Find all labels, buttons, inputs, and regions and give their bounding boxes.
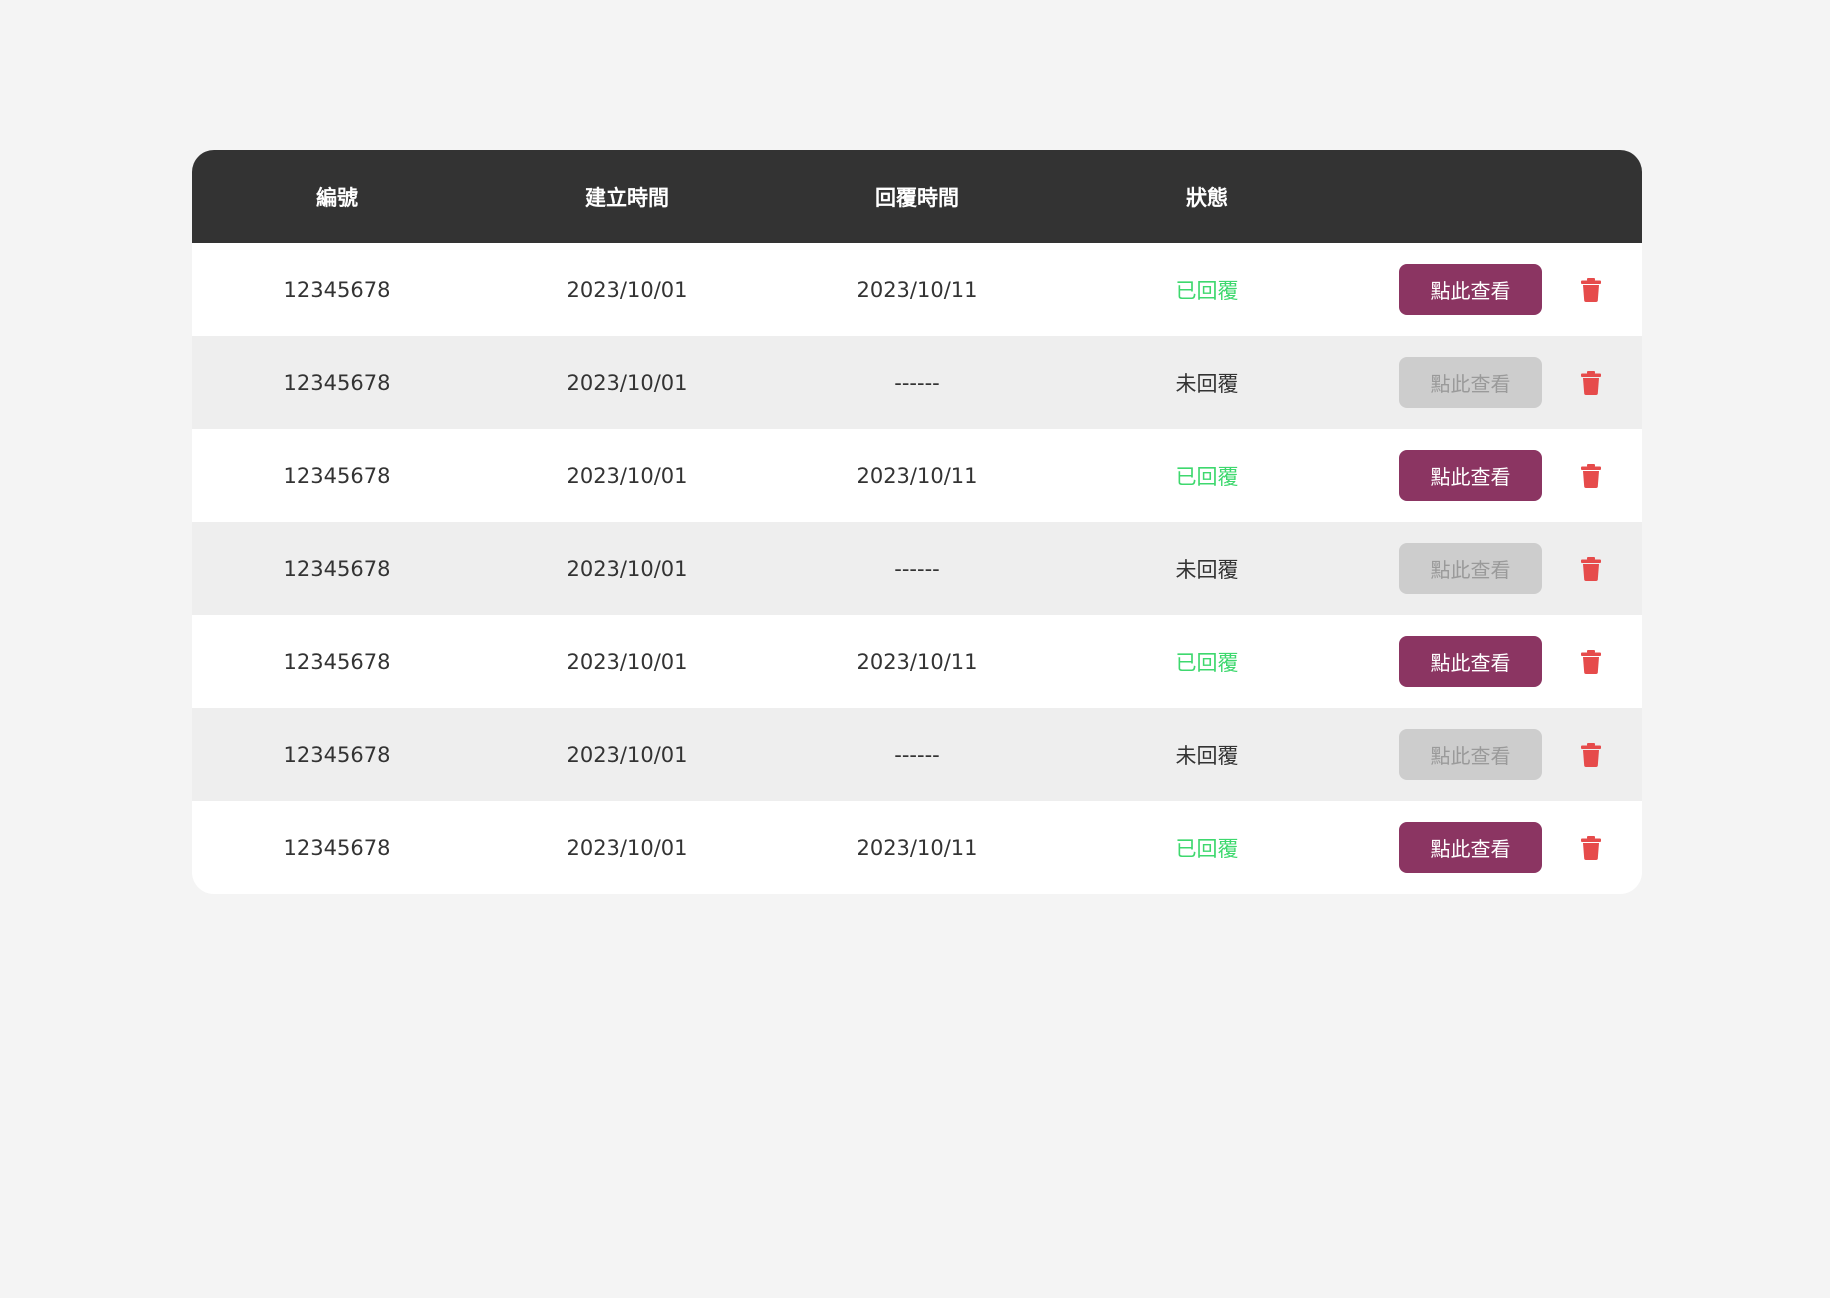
message-table: 編號 建立時間 回覆時間 狀態 12345678 2023/10/01 2023… — [192, 150, 1642, 894]
table-row: 12345678 2023/10/01 ------ 未回覆 點此查看 — [192, 522, 1642, 615]
status-label: 已回覆 — [1175, 650, 1239, 675]
header-id: 編號 — [316, 185, 358, 210]
trash-icon-graphic — [1581, 835, 1601, 860]
cell-id: 12345678 — [283, 277, 391, 302]
status-label: 已回覆 — [1175, 836, 1239, 861]
cell-created-time: 2023/10/01 — [566, 277, 688, 302]
cell-created-time: 2023/10/01 — [566, 649, 688, 674]
trash-icon[interactable] — [1580, 649, 1602, 675]
trash-icon-graphic — [1581, 742, 1601, 767]
cell-reply-time: ------ — [894, 556, 940, 581]
status-label: 已回覆 — [1175, 278, 1239, 303]
trash-icon[interactable] — [1580, 835, 1602, 861]
table-row: 12345678 2023/10/01 2023/10/11 已回覆 點此查看 — [192, 243, 1642, 336]
cell-id: 12345678 — [283, 649, 391, 674]
view-button[interactable]: 點此查看 — [1399, 822, 1542, 873]
view-button[interactable]: 點此查看 — [1399, 450, 1542, 501]
cell-id: 12345678 — [283, 370, 391, 395]
table-row: 12345678 2023/10/01 ------ 未回覆 點此查看 — [192, 708, 1642, 801]
header-created-time: 建立時間 — [585, 185, 669, 210]
trash-icon[interactable] — [1580, 742, 1602, 768]
table-row: 12345678 2023/10/01 ------ 未回覆 點此查看 — [192, 336, 1642, 429]
row-actions: 點此查看 — [1352, 264, 1642, 315]
row-actions: 點此查看 — [1352, 822, 1642, 873]
trash-icon[interactable] — [1580, 277, 1602, 303]
cell-reply-time: 2023/10/11 — [856, 463, 978, 488]
table-row: 12345678 2023/10/01 2023/10/11 已回覆 點此查看 — [192, 615, 1642, 708]
row-actions: 點此查看 — [1352, 636, 1642, 687]
view-button[interactable]: 點此查看 — [1399, 636, 1542, 687]
table-header: 編號 建立時間 回覆時間 狀態 — [192, 150, 1642, 243]
trash-icon-graphic — [1581, 277, 1601, 302]
cell-created-time: 2023/10/01 — [566, 463, 688, 488]
view-button: 點此查看 — [1399, 357, 1542, 408]
cell-reply-time: 2023/10/11 — [856, 649, 978, 674]
cell-id: 12345678 — [283, 463, 391, 488]
trash-icon-graphic — [1581, 649, 1601, 674]
trash-icon[interactable] — [1580, 463, 1602, 489]
trash-icon-graphic — [1581, 463, 1601, 488]
cell-created-time: 2023/10/01 — [566, 742, 688, 767]
cell-created-time: 2023/10/01 — [566, 370, 688, 395]
cell-id: 12345678 — [283, 835, 391, 860]
trash-icon-graphic — [1581, 556, 1601, 581]
row-actions: 點此查看 — [1352, 357, 1642, 408]
status-label: 已回覆 — [1175, 464, 1239, 489]
view-button: 點此查看 — [1399, 729, 1542, 780]
table-row: 12345678 2023/10/01 2023/10/11 已回覆 點此查看 — [192, 429, 1642, 522]
trash-icon-graphic — [1581, 370, 1601, 395]
view-button[interactable]: 點此查看 — [1399, 264, 1542, 315]
cell-created-time: 2023/10/01 — [566, 556, 688, 581]
cell-id: 12345678 — [283, 556, 391, 581]
status-label: 未回覆 — [1175, 557, 1239, 582]
row-actions: 點此查看 — [1352, 729, 1642, 780]
status-label: 未回覆 — [1175, 371, 1239, 396]
view-button: 點此查看 — [1399, 543, 1542, 594]
cell-reply-time: ------ — [894, 742, 940, 767]
header-reply-time: 回覆時間 — [875, 185, 959, 210]
cell-reply-time: ------ — [894, 370, 940, 395]
row-actions: 點此查看 — [1352, 543, 1642, 594]
status-label: 未回覆 — [1175, 743, 1239, 768]
cell-id: 12345678 — [283, 742, 391, 767]
trash-icon[interactable] — [1580, 556, 1602, 582]
table-row: 12345678 2023/10/01 2023/10/11 已回覆 點此查看 — [192, 801, 1642, 894]
row-actions: 點此查看 — [1352, 450, 1642, 501]
header-status: 狀態 — [1186, 185, 1228, 210]
cell-reply-time: 2023/10/11 — [856, 835, 978, 860]
cell-created-time: 2023/10/01 — [566, 835, 688, 860]
cell-reply-time: 2023/10/11 — [856, 277, 978, 302]
trash-icon[interactable] — [1580, 370, 1602, 396]
